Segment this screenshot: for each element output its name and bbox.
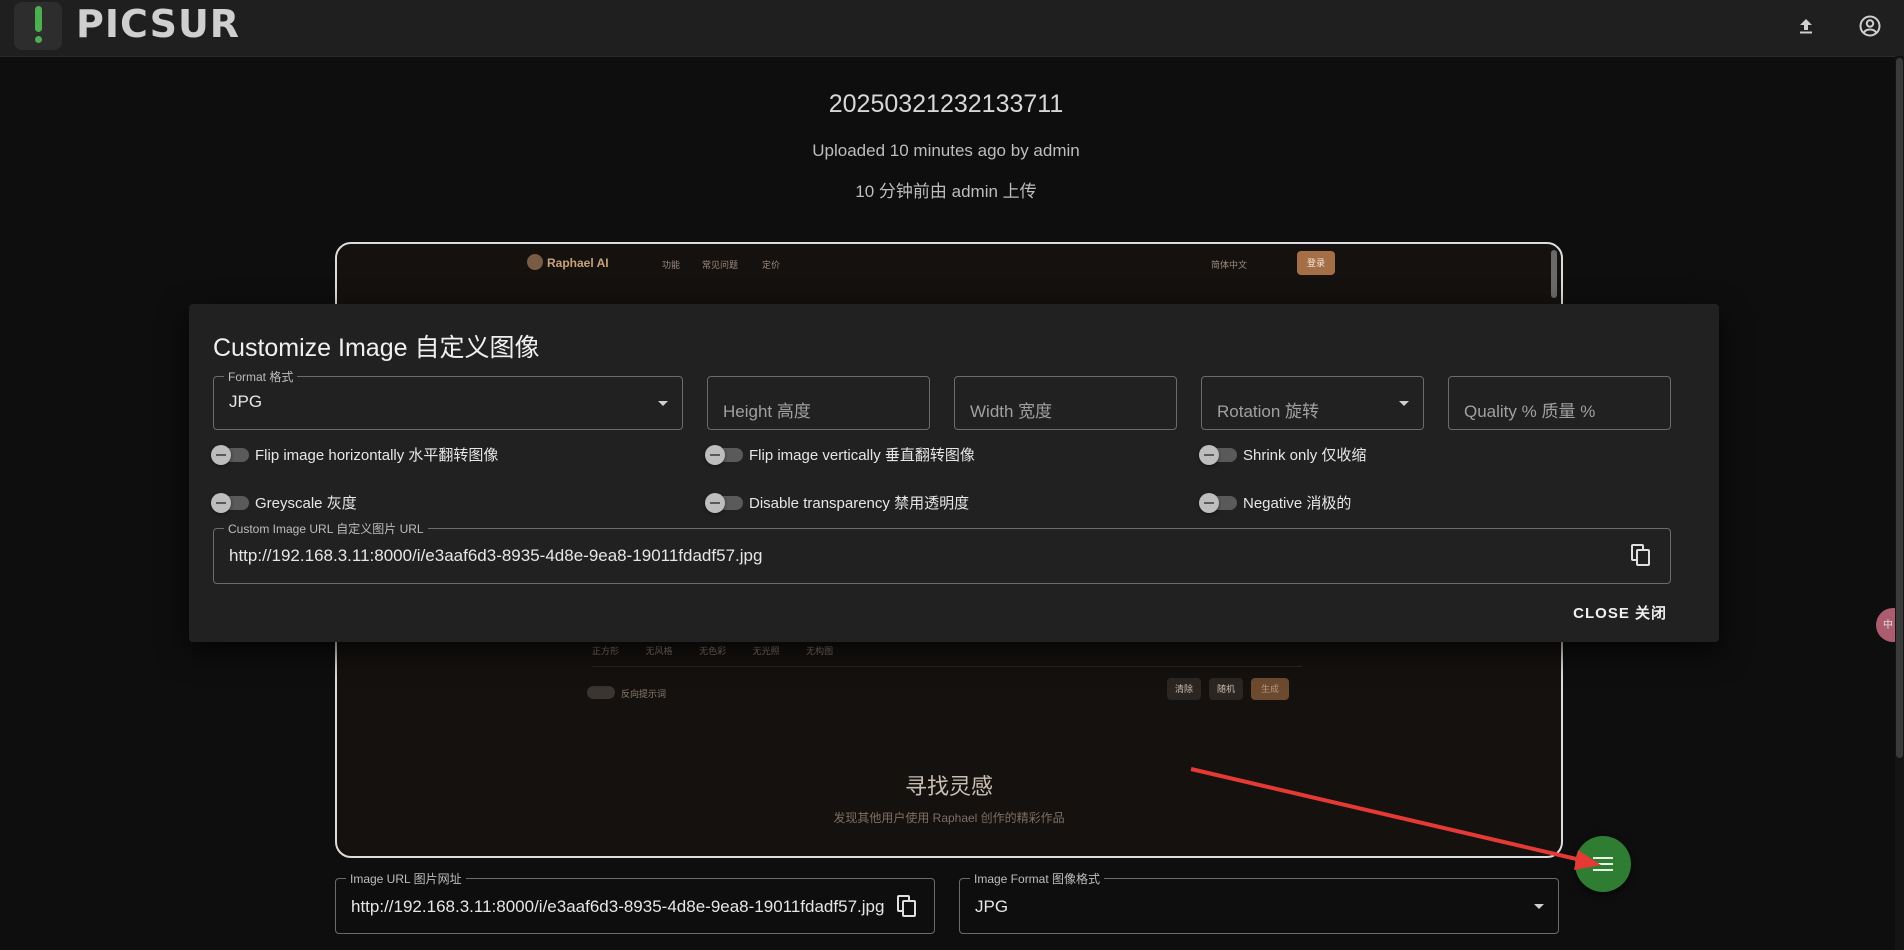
flip-vertical-toggle[interactable]: Flip image vertically 垂直翻转图像 (705, 444, 975, 465)
preview-navbar: Raphael AI 功能 常见问题 定价 简体中文 登录 (337, 244, 1561, 284)
preview-scrollbar (1551, 250, 1557, 298)
flip-horizontal-label: Flip image horizontally 水平翻转图像 (255, 447, 499, 464)
rotation-select[interactable]: Rotation 旋转 (1201, 376, 1424, 430)
translate-widget-label: 中 (1883, 620, 1893, 631)
custom-url-label: Custom Image URL 自定义图片 URL (224, 520, 428, 537)
preview-nav-item: 功能 (662, 260, 681, 270)
close-button[interactable]: CLOSE 关闭 (1573, 602, 1667, 623)
flip-horizontal-toggle[interactable]: Flip image horizontally 水平翻转图像 (211, 444, 499, 465)
preview-tag: 无构图 (806, 646, 834, 656)
account-button[interactable] (1854, 10, 1886, 42)
format-select[interactable]: Format 格式 JPG (213, 368, 683, 430)
preview-generate-button: 生成 (1251, 678, 1289, 700)
format-value: JPG (229, 392, 263, 411)
custom-image-url-field[interactable]: Custom Image URL 自定义图片 URL http://192.16… (213, 520, 1671, 584)
copy-button[interactable] (896, 894, 922, 920)
image-url-value[interactable]: http://192.168.3.11:8000/i/e3aaf6d3-8935… (351, 897, 886, 917)
image-format-select[interactable]: Image Format 图像格式 JPG (959, 870, 1559, 934)
page-scrollbar[interactable] (1895, 56, 1904, 950)
disable-transparency-toggle[interactable]: Disable transparency 禁用透明度 (705, 492, 970, 513)
preview-tag: 无色彩 (699, 646, 727, 656)
upload-icon (1800, 19, 1812, 34)
quality-input[interactable]: Quality % 质量 % (1448, 376, 1671, 430)
preview-random-button: 随机 (1209, 678, 1243, 700)
custom-url-value[interactable]: http://192.168.3.11:8000/i/e3aaf6d3-8935… (229, 546, 762, 566)
preview-login: 登录 (1297, 251, 1335, 275)
preview-toggle-label: 反向提示词 (621, 689, 667, 699)
app-bar: PICSUR (0, 0, 1904, 57)
image-format-value: JPG (975, 897, 1009, 916)
preview-brand: Raphael AI (547, 256, 609, 270)
preview-heading: 寻找灵感 (904, 775, 993, 800)
preview-tags: 正方形 无风格 无色彩 无光照 无构图 (592, 644, 1302, 667)
logo-icon[interactable] (14, 2, 62, 50)
copy-icon (897, 895, 916, 917)
menu-icon (1593, 857, 1613, 871)
width-placeholder: Width 宽度 (970, 402, 1053, 421)
disable-transparency-label: Disable transparency 禁用透明度 (749, 495, 970, 512)
upload-button[interactable] (1790, 10, 1822, 42)
shrink-only-toggle[interactable]: Shrink only 仅收缩 (1199, 444, 1367, 465)
copy-icon (1631, 544, 1650, 566)
preview-tag: 无光照 (752, 646, 780, 656)
shrink-only-label: Shrink only 仅收缩 (1243, 447, 1367, 464)
image-url-label: Image URL 图片网址 (346, 870, 466, 887)
preview-toggle (587, 686, 615, 699)
height-placeholder: Height 高度 (723, 402, 811, 421)
negative-label: Negative 消极的 (1243, 495, 1352, 512)
preview-brand-logo (527, 254, 543, 270)
image-url-field[interactable]: Image URL 图片网址 http://192.168.3.11:8000/… (335, 870, 935, 934)
upload-info-zh: 10 分钟前由 admin 上传 (855, 182, 1037, 201)
account-icon (1859, 15, 1881, 37)
image-format-label: Image Format 图像格式 (970, 870, 1105, 887)
greyscale-label: Greyscale 灰度 (255, 495, 357, 512)
chevron-down-icon (1534, 904, 1544, 909)
rotation-placeholder: Rotation 旋转 (1217, 402, 1320, 421)
flip-vertical-label: Flip image vertically 垂直翻转图像 (749, 447, 975, 464)
dialog-title: Customize Image 自定义图像 (213, 334, 540, 362)
customize-image-dialog: Customize Image 自定义图像 Format 格式 JPG Heig… (189, 304, 1719, 642)
image-title: 20250321232133711 (828, 90, 1064, 118)
width-input[interactable]: Width 宽度 (954, 376, 1177, 430)
quality-placeholder: Quality % 质量 % (1464, 402, 1596, 421)
height-input[interactable]: Height 高度 (707, 376, 930, 430)
preview-nav-item: 常见问题 (702, 260, 739, 270)
preview-nav-item: 定价 (762, 260, 781, 270)
preview-language: 简体中文 (1211, 260, 1248, 270)
upload-info-en: Uploaded 10 minutes ago by admin (812, 141, 1080, 160)
preview-subheading: 发现其他用户使用 Raphael 创作的精彩作品 (833, 811, 1065, 825)
format-label: Format 格式 (224, 368, 298, 385)
chevron-down-icon (658, 401, 668, 406)
page-scrollbar-thumb[interactable] (1896, 58, 1903, 758)
app-logo-text[interactable]: PICSUR (76, 2, 240, 46)
copy-button[interactable] (1630, 543, 1656, 569)
preview-tag: 无风格 (645, 646, 673, 656)
negative-toggle[interactable]: Negative 消极的 (1199, 492, 1352, 513)
chevron-down-icon (1399, 401, 1409, 406)
greyscale-toggle[interactable]: Greyscale 灰度 (211, 492, 357, 513)
preview-tag: 正方形 (592, 646, 620, 656)
menu-fab-button[interactable] (1575, 836, 1631, 892)
preview-clear-button: 清除 (1167, 678, 1201, 700)
